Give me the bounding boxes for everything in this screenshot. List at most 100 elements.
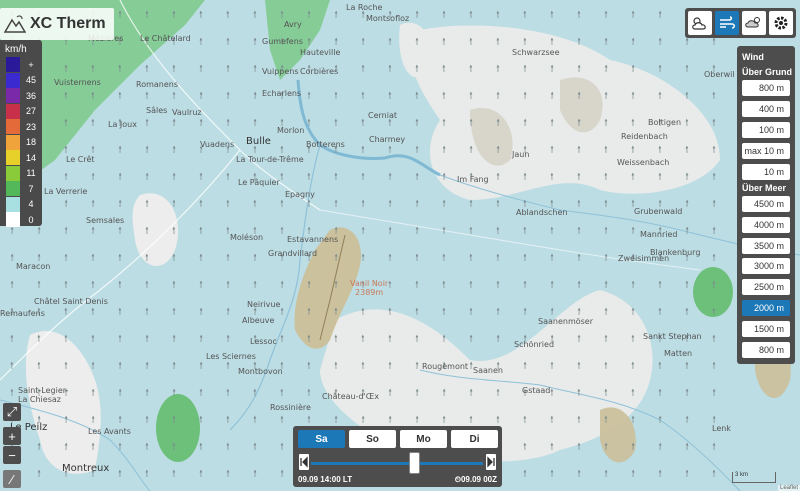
- place-label: Romanens: [136, 80, 179, 89]
- place-label: Montbovon: [238, 367, 283, 376]
- gear-icon: [774, 16, 788, 30]
- place-label: Montreux: [62, 463, 110, 474]
- legend-row: 11: [6, 165, 40, 181]
- place-label: Hauteville: [300, 48, 341, 57]
- fullscreen-button[interactable]: ⤢: [3, 403, 21, 421]
- layer-toolbar: [685, 8, 796, 38]
- place-label: Boltigen: [648, 118, 682, 127]
- sea-level-button[interactable]: 1500 m: [742, 320, 790, 337]
- legend-value: 27: [25, 106, 36, 116]
- place-label: Château-d'Œx: [322, 392, 380, 401]
- legend-swatch: [6, 72, 20, 88]
- legend-value: 36: [25, 90, 36, 101]
- sea-level-button[interactable]: 800 m: [742, 341, 790, 358]
- legend-swatch: [6, 212, 20, 227]
- ground-level-button[interactable]: 100 m: [742, 122, 790, 138]
- place-label: Grandvillard: [268, 249, 318, 258]
- legend-swatch: [6, 103, 20, 119]
- place-label: Sâles: [146, 106, 168, 115]
- draw-button[interactable]: ⁄: [3, 470, 21, 488]
- place-label: Im Fang: [457, 175, 489, 184]
- ground-level-button[interactable]: 800 m: [742, 80, 790, 96]
- legend-row: 23: [6, 119, 40, 134]
- thermals-icon: [745, 17, 760, 28]
- legend-swatch: [6, 165, 20, 181]
- legend-swatch: [6, 150, 20, 165]
- thermals-button[interactable]: [742, 11, 766, 35]
- fullscreen-icon: ⤢: [6, 404, 18, 419]
- skip-forward-icon: [487, 456, 495, 468]
- legend-row: +: [6, 57, 40, 72]
- place-label: Cerniat: [368, 111, 397, 120]
- sea-level-button[interactable]: 2000 m: [742, 300, 790, 316]
- ground-section-title: Über Grund: [742, 67, 793, 77]
- wind-button[interactable]: [715, 11, 739, 35]
- cloud-sun-button[interactable]: [688, 11, 712, 35]
- day-tab[interactable]: So: [349, 430, 396, 448]
- legend-row: 27: [6, 103, 40, 119]
- time-panel: Sa So Mo Di 09.09 14:00 LT ⏲09.09 00Z: [293, 426, 502, 487]
- time-slider-thumb[interactable]: [409, 452, 421, 474]
- day-tab[interactable]: Mo: [400, 430, 447, 448]
- place-label: Epagny: [285, 190, 315, 199]
- wind-map[interactable]: [0, 0, 800, 491]
- place-label: Saanen: [473, 366, 503, 375]
- plus-icon: +: [8, 428, 16, 444]
- sea-level-button[interactable]: 2500 m: [742, 279, 790, 296]
- legend-value: 11: [26, 168, 36, 178]
- place-label: Corbières: [300, 67, 339, 76]
- legend-value: 14: [25, 152, 36, 163]
- day-tab[interactable]: Di: [451, 430, 498, 448]
- place-label: Vuippens: [262, 67, 299, 76]
- place-label: Schwarzsee: [512, 48, 560, 57]
- model-run-time: ⏲09.09 00Z: [454, 475, 497, 484]
- settings-button[interactable]: [769, 11, 793, 35]
- legend-value: +: [28, 59, 34, 70]
- cloud-sun-icon: [692, 17, 706, 30]
- zoom-in-button[interactable]: +: [3, 427, 21, 445]
- zoom-out-button[interactable]: −: [3, 446, 21, 464]
- place-label: Avry: [284, 20, 302, 29]
- place-label: Vaulruz: [172, 108, 202, 117]
- ground-level-button[interactable]: max 10 m: [742, 143, 790, 159]
- place-label: La Verrerie: [44, 187, 88, 196]
- place-label: Bulle: [246, 136, 271, 147]
- day-tab[interactable]: Sa: [298, 430, 345, 448]
- slider-prev-button[interactable]: [299, 454, 309, 470]
- slider-next-button[interactable]: [486, 454, 496, 470]
- time-slider-track[interactable]: [311, 462, 483, 465]
- attribution[interactable]: Leaflet: [777, 485, 800, 491]
- sea-section-title: Über Meer: [742, 183, 787, 193]
- place-label: La Tour-de-Trême: [236, 155, 304, 164]
- place-label: Morlon: [277, 126, 305, 135]
- wind-blob-green-e: [693, 267, 733, 317]
- current-time: 09.09 14:00 LT: [298, 475, 353, 484]
- place-label: La Roche: [346, 3, 383, 12]
- legend-row: 45: [6, 72, 40, 88]
- ground-level-button[interactable]: 400 m: [742, 101, 790, 117]
- place-label: Gumefens: [262, 37, 303, 46]
- legend-row: 18: [6, 134, 40, 150]
- legend-row: 4: [6, 196, 40, 212]
- legend-unit: km/h: [5, 44, 27, 55]
- legend-value: 4: [28, 199, 34, 209]
- legend-swatch: [6, 88, 20, 103]
- legend-row: 7: [6, 181, 40, 196]
- legend-row: 36: [6, 88, 40, 103]
- mountain-logo-icon: [4, 15, 26, 33]
- place-label: Lenk: [712, 424, 731, 433]
- sea-level-button[interactable]: 3000 m: [742, 258, 790, 275]
- app-logo[interactable]: XC Therm: [0, 8, 114, 40]
- draw-icon: ⁄: [10, 471, 14, 487]
- legend-row: 14: [6, 150, 40, 165]
- place-label: Albeuve: [242, 316, 275, 325]
- ground-level-button[interactable]: 10 m: [742, 164, 790, 180]
- place-label: Charmey: [369, 135, 406, 144]
- legend-value: 0: [28, 214, 34, 225]
- sea-level-button[interactable]: 4000 m: [742, 216, 790, 233]
- place-label: Estavannens: [287, 235, 339, 244]
- sea-level-button[interactable]: 3500 m: [742, 237, 790, 254]
- sea-level-button[interactable]: 4500 m: [742, 196, 790, 212]
- place-label: Lessoc: [250, 337, 277, 346]
- place-label: Vanil Noir 2389m: [350, 279, 389, 297]
